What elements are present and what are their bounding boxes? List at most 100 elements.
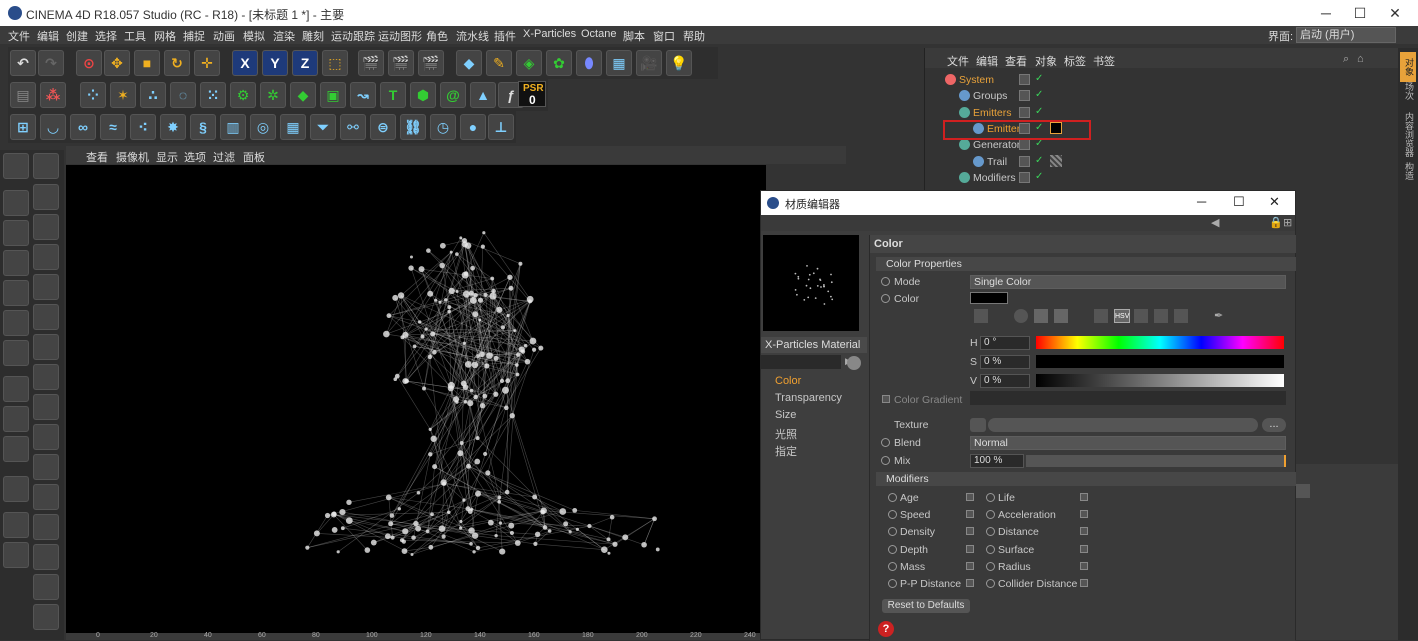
image-icon[interactable] [1054,309,1068,323]
modifier-radio[interactable] [888,493,897,502]
color-wheel-icon[interactable] [1014,309,1028,323]
x-axis-lock[interactable]: X [232,50,258,76]
xp-grid-icon[interactable]: ⁙ [200,82,226,108]
saturation-slider[interactable] [1036,355,1284,368]
object-name[interactable]: Generators [973,139,1026,151]
xp-net-icon[interactable]: ▣ [320,82,346,108]
menu-tools[interactable]: 工具 [124,28,146,44]
tab-content-browser[interactable]: 内容浏览器 [1400,112,1416,162]
menu-script[interactable]: 脚本 [623,28,645,44]
xp-mesher-icon[interactable]: ⬢ [410,82,436,108]
edges-mode-icon[interactable] [3,310,29,336]
attribute-field[interactable] [1296,484,1310,498]
psr-display[interactable]: PSR 0 [518,81,546,107]
lasso-select-icon[interactable] [33,244,59,270]
xp-sphere-icon[interactable]: ● [460,114,486,140]
xp-wave-icon[interactable]: ≈ [100,114,126,140]
menu-window[interactable]: 窗口 [653,28,675,44]
xp-links-icon[interactable]: ⚯ [340,114,366,140]
blend-radio[interactable] [881,438,890,447]
modifier-radio[interactable] [986,579,995,588]
tool-g-icon[interactable] [33,484,59,510]
lock-icon[interactable]: 🔒 [1269,216,1283,229]
color-properties-header[interactable]: Color Properties [876,257,1296,271]
mode-dropdown[interactable]: Single Color [970,275,1286,289]
xp-grid2-icon[interactable]: ▦ [280,114,306,140]
menu-plugins[interactable]: 插件 [494,28,516,44]
viewport[interactable] [66,165,766,633]
menu-snap[interactable]: 捕捉 [183,28,205,44]
mixer-icon[interactable] [1154,309,1168,323]
visibility-check-icon[interactable]: ✓ [1035,89,1043,100]
modifier-checkbox[interactable] [1080,545,1088,553]
model-mode-icon[interactable] [3,190,29,216]
modifier-radio[interactable] [986,545,995,554]
viewport-menu-display[interactable]: 显示 [156,149,178,165]
texture-mode-icon[interactable] [3,220,29,246]
xp-bowl-icon[interactable]: ◡ [40,114,66,140]
xp-system-icon[interactable]: ▤ [10,82,36,108]
layer-flag-icon[interactable] [1019,172,1030,183]
object-name[interactable]: Emitters [973,107,1012,119]
undo-icon[interactable]: ↶ [10,50,36,76]
layout-select[interactable]: 启动 (用户) [1296,27,1396,43]
kelvin-icon[interactable] [1134,309,1148,323]
solo-icon[interactable] [3,436,29,462]
tool-f-icon[interactable] [33,454,59,480]
reset-to-defaults-button[interactable]: Reset to Defaults [882,599,970,613]
menu-sculpt[interactable]: 雕刻 [302,28,324,44]
channel-size[interactable]: Size [775,409,796,421]
om-menu-view[interactable]: 查看 [1005,53,1027,69]
h-field[interactable]: 0 ° [980,336,1030,350]
value-slider[interactable] [1036,374,1284,387]
cloner-icon[interactable]: ✿ [546,50,572,76]
menu-edit[interactable]: 编辑 [37,28,59,44]
xp-trail-icon[interactable]: ↝ [350,82,376,108]
xp-blocks-icon[interactable]: ▥ [220,114,246,140]
timeline-ruler[interactable]: 020406080100120140160180200220240260 [66,633,766,640]
floor-icon[interactable]: ▦ [606,50,632,76]
rgb-icon[interactable] [1094,309,1108,323]
modifier-radio[interactable] [888,579,897,588]
visibility-check-icon[interactable]: ✓ [1035,73,1043,84]
modifier-checkbox[interactable] [966,579,974,587]
object-row-system[interactable]: System✓ [935,72,1115,88]
material-name[interactable]: X-Particles Material [761,337,867,353]
xp-spiral-icon[interactable]: @ [440,82,466,108]
xp-group-icon[interactable]: ∴ [140,82,166,108]
new-window-icon[interactable]: ⊞ [1283,216,1292,229]
om-menu-file[interactable]: 文件 [947,53,969,69]
rotate-tool-icon[interactable]: ↻ [164,50,190,76]
modifier-radio[interactable] [888,562,897,571]
material-name-field[interactable] [761,355,841,369]
modifier-checkbox[interactable] [1080,493,1088,501]
render-view-icon[interactable]: 🎬 [358,50,384,76]
light-icon[interactable]: 💡 [666,50,692,76]
modifier-radio[interactable] [986,562,995,571]
color-picker-icon[interactable] [974,309,988,323]
s-field[interactable]: 0 % [980,355,1030,369]
box-select-icon[interactable] [33,214,59,240]
cube-icon[interactable]: ◆ [456,50,482,76]
me-maximize-button[interactable]: ☐ [1233,194,1245,210]
modifier-radio[interactable] [986,510,995,519]
menu-simulate[interactable]: 模拟 [243,28,265,44]
xp-clock-icon[interactable]: ◷ [430,114,456,140]
object-name[interactable]: Trail [987,156,1007,168]
tool-b-icon[interactable] [33,334,59,360]
enable-snap-icon[interactable] [3,512,29,538]
xp-emitter-icon[interactable]: ⁂ [40,82,66,108]
live-select-mode-icon[interactable] [33,184,59,210]
object-name[interactable]: Groups [973,90,1007,102]
object-name[interactable]: Modifiers [973,172,1016,184]
viewport-menu-filter[interactable]: 过滤 [213,149,235,165]
polygons-mode-icon[interactable] [3,340,29,366]
tool-h-icon[interactable] [33,514,59,540]
v-field[interactable]: 0 % [980,374,1030,388]
menu-help[interactable]: 帮助 [683,28,705,44]
object-row-modifiers[interactable]: Modifiers✓ [935,170,1115,186]
eyedropper-icon[interactable]: ✒ [1214,309,1223,322]
xp-pipe-icon[interactable]: ⊜ [370,114,396,140]
layer-flag-icon[interactable] [1019,107,1030,118]
modifier-radio[interactable] [888,545,897,554]
